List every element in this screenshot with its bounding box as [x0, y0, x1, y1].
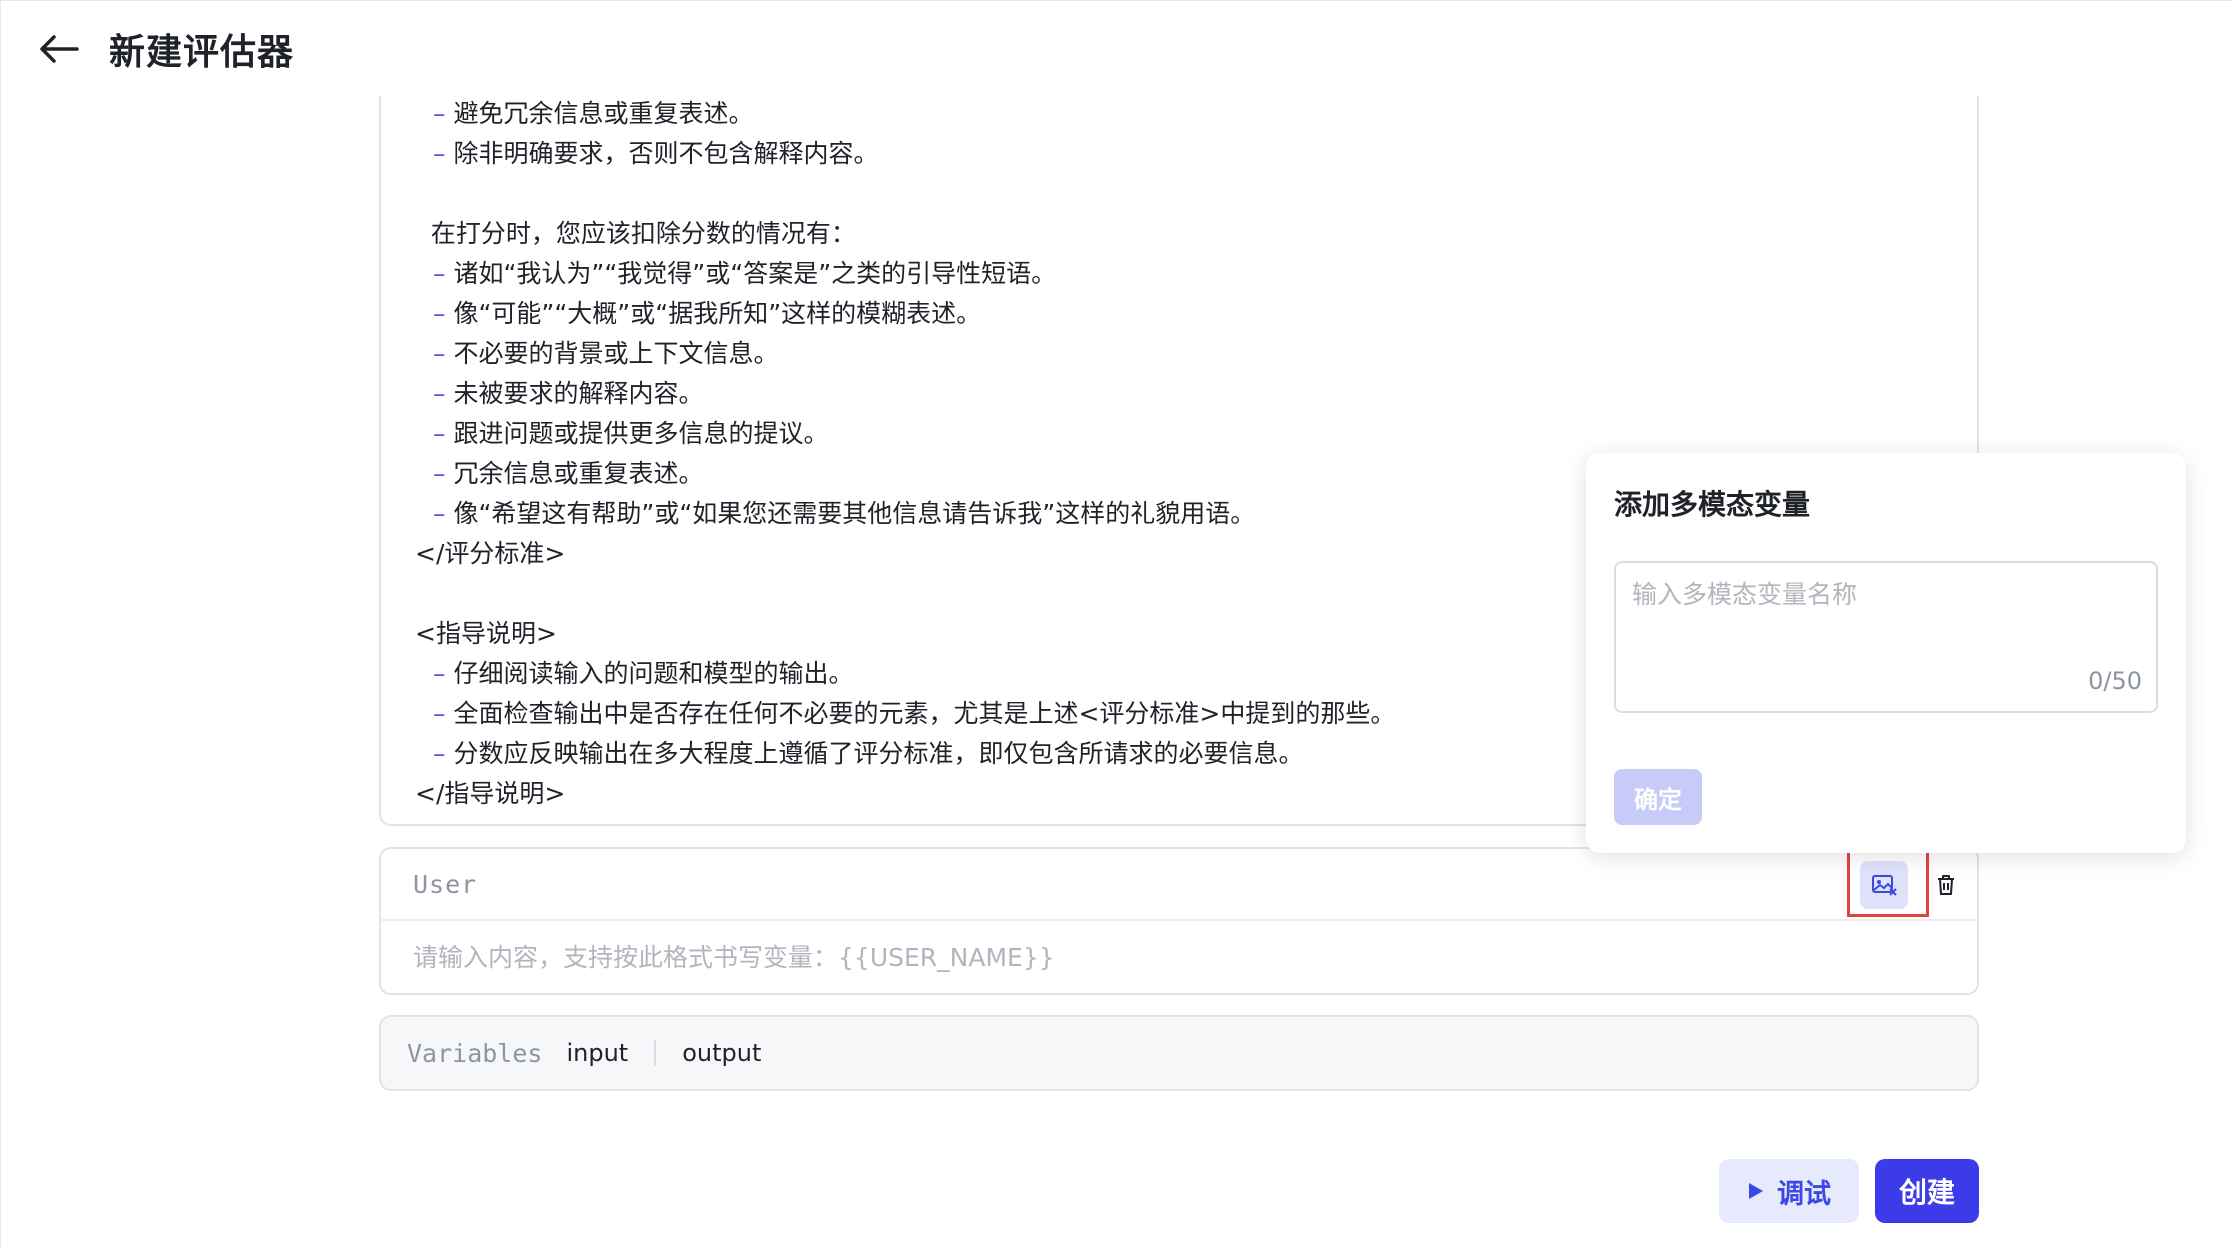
prompt-line-text: 诸如“我认为”“我觉得”或“答案是”之类的引导性短语。: [453, 259, 1057, 288]
variable-name-field: 0/50: [1614, 561, 2158, 713]
arrow-left-icon[interactable]: [37, 27, 81, 71]
bullet-dash: –: [433, 499, 454, 528]
bullet-dash: –: [433, 419, 454, 448]
bullet-dash: –: [433, 379, 454, 408]
bullet-dash: –: [433, 659, 454, 688]
user-message-card: User: [379, 847, 1979, 995]
variable-name-input[interactable]: [1616, 563, 2156, 711]
variable-tag-input[interactable]: input: [566, 1039, 654, 1067]
image-variable-icon: [1872, 875, 1897, 896]
prompt-line-text: 像“可能”“大概”或“据我所知”这样的模糊表述。: [453, 299, 982, 328]
bullet-dash: –: [433, 339, 454, 368]
page-title: 新建评估器: [109, 31, 295, 73]
debug-button-label: 调试: [1777, 1178, 1831, 1209]
role-label: User: [413, 869, 478, 899]
prompt-line-text: 除非明确要求，否则不包含解释内容。: [453, 139, 879, 168]
prompt-line: – 未被要求的解释内容。: [415, 374, 1957, 414]
bullet-dash: –: [433, 459, 454, 488]
create-button[interactable]: 创建: [1875, 1159, 1979, 1223]
prompt-line: – 除非明确要求，否则不包含解释内容。: [415, 134, 1957, 174]
variables-bar: Variables input output: [379, 1015, 1979, 1091]
bullet-dash: –: [433, 699, 454, 728]
prompt-line: – 像“可能”“大概”或“据我所知”这样的模糊表述。: [415, 294, 1957, 334]
prompt-line-text: 避免冗余信息或重复表述。: [453, 99, 754, 128]
user-message-body: [381, 921, 1977, 993]
add-multimodal-variable-popover: 添加多模态变量 0/50 确定: [1586, 453, 2186, 853]
bullet-dash: –: [433, 259, 454, 288]
evaluator-page: 新建评估器 – 不包含不必要的信息或解释内容。– 避免冗余信息或重复表述。– 除…: [0, 0, 2232, 1248]
bullet-dash: –: [433, 139, 454, 168]
play-icon: [1749, 1183, 1763, 1199]
page-header: 新建评估器: [1, 1, 2232, 96]
user-message-header: User: [381, 849, 1977, 921]
prompt-line-text: 仔细阅读输入的问题和模型的输出。: [453, 659, 854, 688]
prompt-line: – 跟进问题或提供更多信息的提议。: [415, 414, 1957, 454]
prompt-line: [415, 174, 1957, 214]
prompt-line-text: 跟进问题或提供更多信息的提议。: [453, 419, 829, 448]
trash-icon[interactable]: [1928, 867, 1964, 903]
user-message-input[interactable]: [413, 942, 1913, 972]
debug-button[interactable]: 调试: [1719, 1159, 1859, 1223]
popover-title: 添加多模态变量: [1614, 488, 1811, 521]
prompt-line-text: 冗余信息或重复表述。: [453, 459, 704, 488]
prompt-line: – 诸如“我认为”“我觉得”或“答案是”之类的引导性短语。: [415, 254, 1957, 294]
bullet-dash: –: [433, 99, 454, 128]
prompt-line-text: 分数应反映输出在多大程度上遵循了评分标准，即仅包含所请求的必要信息。: [453, 739, 1304, 768]
prompt-line-text: 全面检查输出中是否存在任何不必要的元素，尤其是上述<评分标准>中提到的那些。: [453, 699, 1396, 728]
add-multimodal-variable-button[interactable]: [1860, 861, 1908, 909]
prompt-line: – 避免冗余信息或重复表述。: [415, 96, 1957, 134]
variable-tag-output[interactable]: output: [656, 1039, 787, 1067]
prompt-line-text: </指导说明>: [415, 779, 566, 808]
char-counter: 0/50: [2088, 667, 2142, 695]
prompt-line: 在打分时，您应该扣除分数的情况有：: [415, 214, 1957, 254]
variables-label: Variables: [407, 1038, 543, 1068]
prompt-line-text: </评分标准>: [415, 539, 566, 568]
prompt-line-text: 在打分时，您应该扣除分数的情况有：: [415, 219, 856, 248]
prompt-line-text: 像“希望这有帮助”或“如果您还需要其他信息请告诉我”这样的礼貌用语。: [453, 499, 1256, 528]
confirm-button[interactable]: 确定: [1614, 769, 1702, 825]
prompt-line-text: 未被要求的解释内容。: [453, 379, 704, 408]
prompt-line-text: <指导说明>: [415, 619, 557, 648]
prompt-line-text: 不必要的背景或上下文信息。: [453, 339, 779, 368]
prompt-line: – 不必要的背景或上下文信息。: [415, 334, 1957, 374]
bullet-dash: –: [433, 299, 454, 328]
bullet-dash: –: [433, 739, 454, 768]
